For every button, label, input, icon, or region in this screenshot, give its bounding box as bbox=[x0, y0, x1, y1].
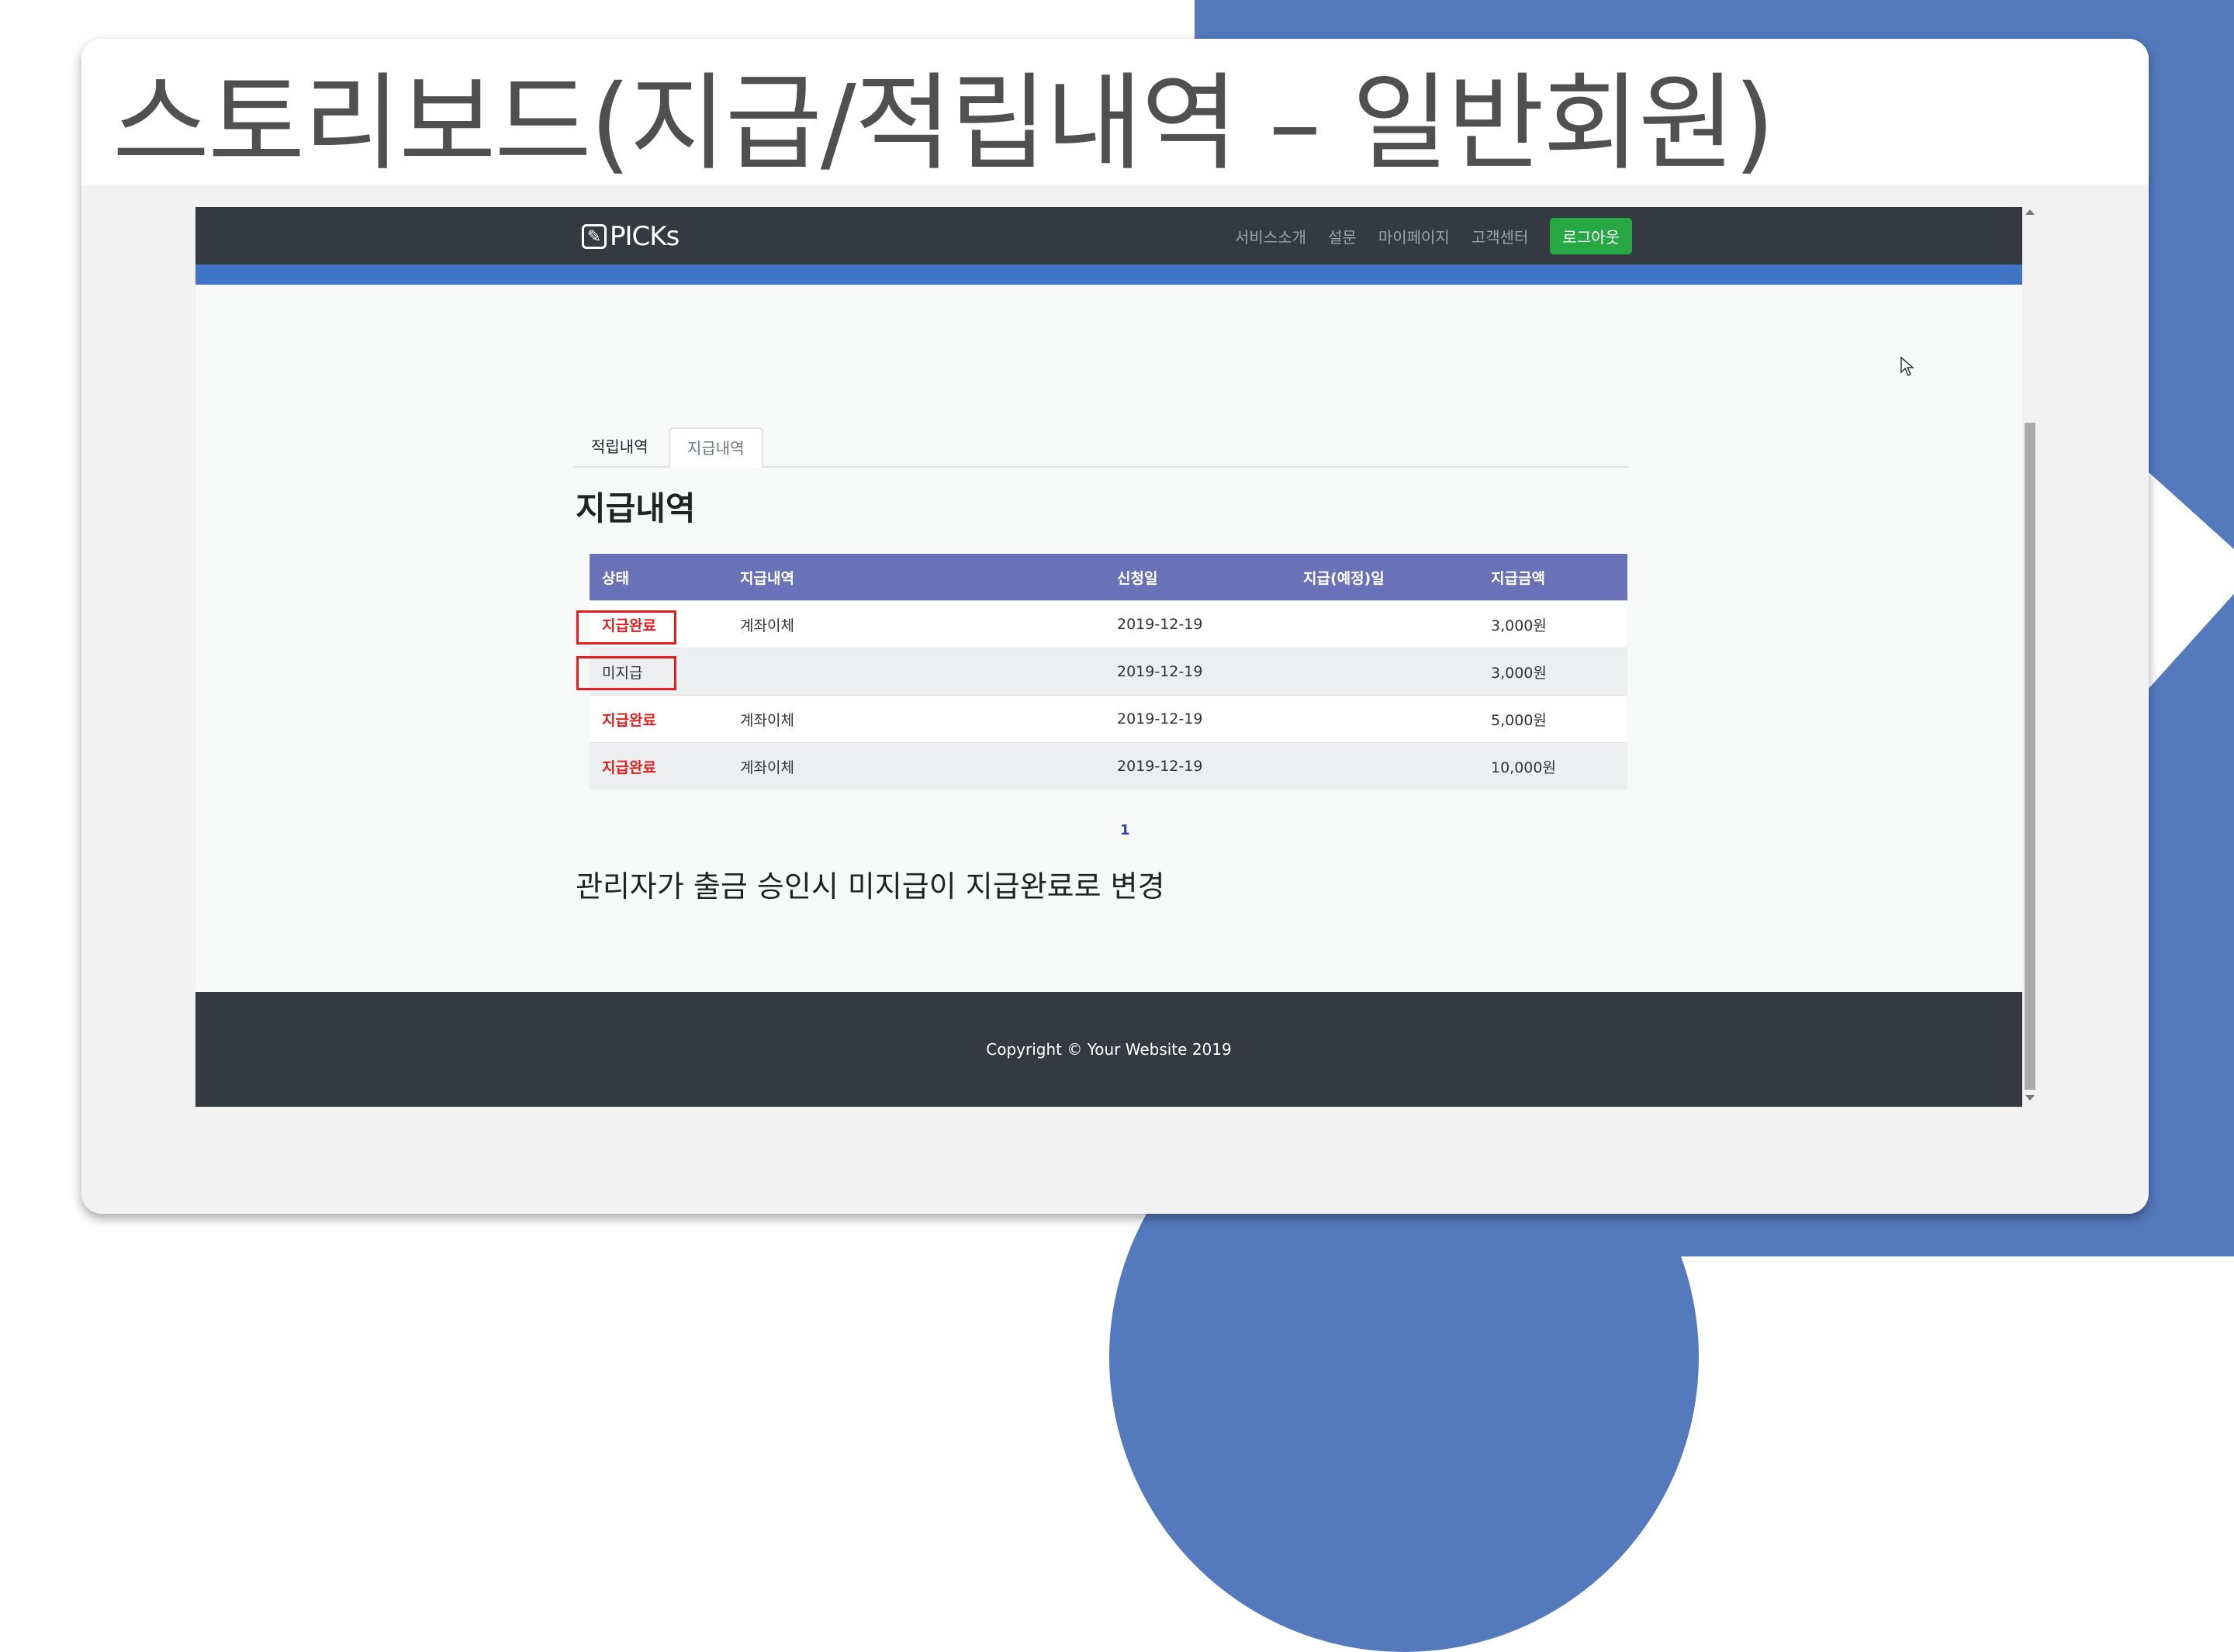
logout-button[interactable]: 로그아웃 bbox=[1550, 217, 1633, 254]
table-row: 지급완료 계좌이체 2019-12-19 3,000원 bbox=[590, 600, 1627, 648]
nav-link-service[interactable]: 서비스소개 bbox=[1235, 225, 1306, 247]
col-scheduled: 지급(예정)일 bbox=[1291, 554, 1478, 601]
amount-cell: 3,000원 bbox=[1478, 600, 1627, 648]
scheduled-cell bbox=[1291, 600, 1478, 648]
tab-paid[interactable]: 지급내역 bbox=[669, 427, 763, 468]
tab-bar: 적립내역 지급내역 bbox=[574, 427, 1629, 468]
slide-title: 스토리보드(지급/적립내역 – 일반회원) bbox=[112, 63, 1775, 185]
navbar-accent-bar bbox=[195, 264, 2022, 285]
highlight-box-unpaid bbox=[576, 656, 676, 690]
method-cell: 계좌이체 bbox=[728, 600, 1105, 648]
table-header-row: 상태 지급내역 신청일 지급(예정)일 지급금액 bbox=[590, 554, 1627, 601]
method-cell: 계좌이체 bbox=[728, 695, 1105, 743]
col-applied: 신청일 bbox=[1105, 554, 1291, 601]
table-row: 지급완료 계좌이체 2019-12-19 5,000원 bbox=[590, 695, 1627, 743]
nav-link-support[interactable]: 고객센터 bbox=[1471, 225, 1529, 247]
site-logo[interactable]: ✎ PICKs bbox=[582, 221, 680, 252]
section-title: 지급내역 bbox=[576, 489, 696, 527]
applied-cell: 2019-12-19 bbox=[1105, 742, 1291, 790]
footer-copyright: Copyright © Your Website 2019 bbox=[986, 1040, 1232, 1059]
scroll-up-arrow-icon[interactable] bbox=[2025, 209, 2035, 215]
pagination-current-page[interactable]: 1 bbox=[1120, 822, 1130, 838]
browser-screenshot: ✎ PICKs 서비스소개 설문 마이페이지 고객센터 로그아웃 적립내역 지급… bbox=[195, 207, 2022, 1107]
nav-link-survey[interactable]: 설문 bbox=[1328, 225, 1357, 247]
amount-cell: 10,000원 bbox=[1478, 742, 1627, 790]
amount-cell: 3,000원 bbox=[1478, 648, 1627, 696]
scheduled-cell bbox=[1291, 648, 1478, 696]
applied-cell: 2019-12-19 bbox=[1105, 648, 1291, 696]
applied-cell: 2019-12-19 bbox=[1105, 600, 1291, 648]
pencil-icon: ✎ bbox=[582, 224, 607, 249]
payout-table: 상태 지급내역 신청일 지급(예정)일 지급금액 지급완료 계좌이체 2019-… bbox=[590, 554, 1627, 790]
col-amount: 지급금액 bbox=[1478, 554, 1627, 601]
tab-earned[interactable]: 적립내역 bbox=[574, 427, 666, 466]
navbar: ✎ PICKs 서비스소개 설문 마이페이지 고객센터 로그아웃 bbox=[195, 207, 2022, 264]
status-cell: 지급완료 bbox=[590, 742, 728, 790]
applied-cell: 2019-12-19 bbox=[1105, 695, 1291, 743]
method-cell bbox=[728, 648, 1105, 696]
scheduled-cell bbox=[1291, 742, 1478, 790]
nav-links: 서비스소개 설문 마이페이지 고객센터 로그아웃 bbox=[1235, 207, 1633, 264]
logo-text: PICKs bbox=[610, 221, 680, 252]
highlight-box-paid bbox=[576, 610, 676, 645]
scroll-down-arrow-icon[interactable] bbox=[2025, 1095, 2035, 1101]
nav-link-mypage[interactable]: 마이페이지 bbox=[1378, 225, 1450, 247]
table-row: 미지급 2019-12-19 3,000원 bbox=[590, 648, 1627, 696]
status-cell: 지급완료 bbox=[590, 695, 728, 743]
scheduled-cell bbox=[1291, 695, 1478, 743]
scrollbar-thumb[interactable] bbox=[2025, 423, 2035, 1090]
amount-cell: 5,000원 bbox=[1478, 695, 1627, 743]
mouse-cursor-icon bbox=[1900, 357, 1915, 377]
col-status: 상태 bbox=[590, 554, 728, 601]
method-cell: 계좌이체 bbox=[728, 742, 1105, 790]
annotation-caption: 관리자가 출금 승인시 미지급이 지급완료로 변경 bbox=[576, 869, 1165, 904]
col-method: 지급내역 bbox=[728, 554, 1105, 601]
footer: Copyright © Your Website 2019 bbox=[195, 992, 2022, 1107]
table-row: 지급완료 계좌이체 2019-12-19 10,000원 bbox=[590, 742, 1627, 790]
